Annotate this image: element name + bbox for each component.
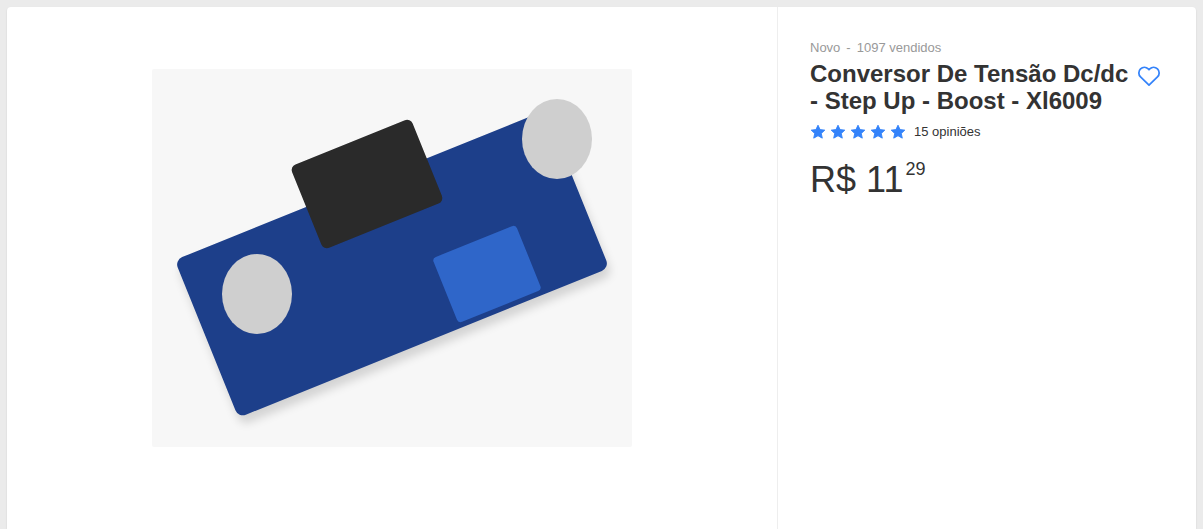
star-icon xyxy=(850,124,866,140)
favorite-heart-icon[interactable] xyxy=(1136,63,1162,89)
reviews-count[interactable]: 15 opiniões xyxy=(914,122,981,142)
star-icon xyxy=(870,124,886,140)
sales-line: Novo-1097 vendidos xyxy=(810,40,1166,56)
star-icon xyxy=(890,124,906,140)
capacitor-shape xyxy=(522,99,592,179)
price: R$1129 xyxy=(810,162,1166,198)
price-currency: R$ xyxy=(810,159,856,200)
star-icon xyxy=(830,124,846,140)
star-row xyxy=(810,124,910,140)
gallery xyxy=(7,7,778,529)
star-icon xyxy=(810,124,826,140)
product-info: Novo-1097 vendidos Conversor De Tensão Dc… xyxy=(778,7,1196,529)
separator: - xyxy=(846,40,850,55)
product-title: Conversor De Tensão Dc/dc - Step Up - Bo… xyxy=(810,60,1130,114)
price-integer: 11 xyxy=(866,159,903,200)
capacitor-shape xyxy=(222,254,292,334)
title-row: Conversor De Tensão Dc/dc - Step Up - Bo… xyxy=(810,56,1166,114)
sold-count: 1097 vendidos xyxy=(857,40,942,55)
product-image[interactable] xyxy=(152,69,632,447)
rating[interactable]: 15 opiniões xyxy=(810,122,1166,142)
product-card: Novo-1097 vendidos Conversor De Tensão Dc… xyxy=(7,7,1196,529)
price-cents: 29 xyxy=(905,159,925,179)
condition-label: Novo xyxy=(810,40,840,55)
